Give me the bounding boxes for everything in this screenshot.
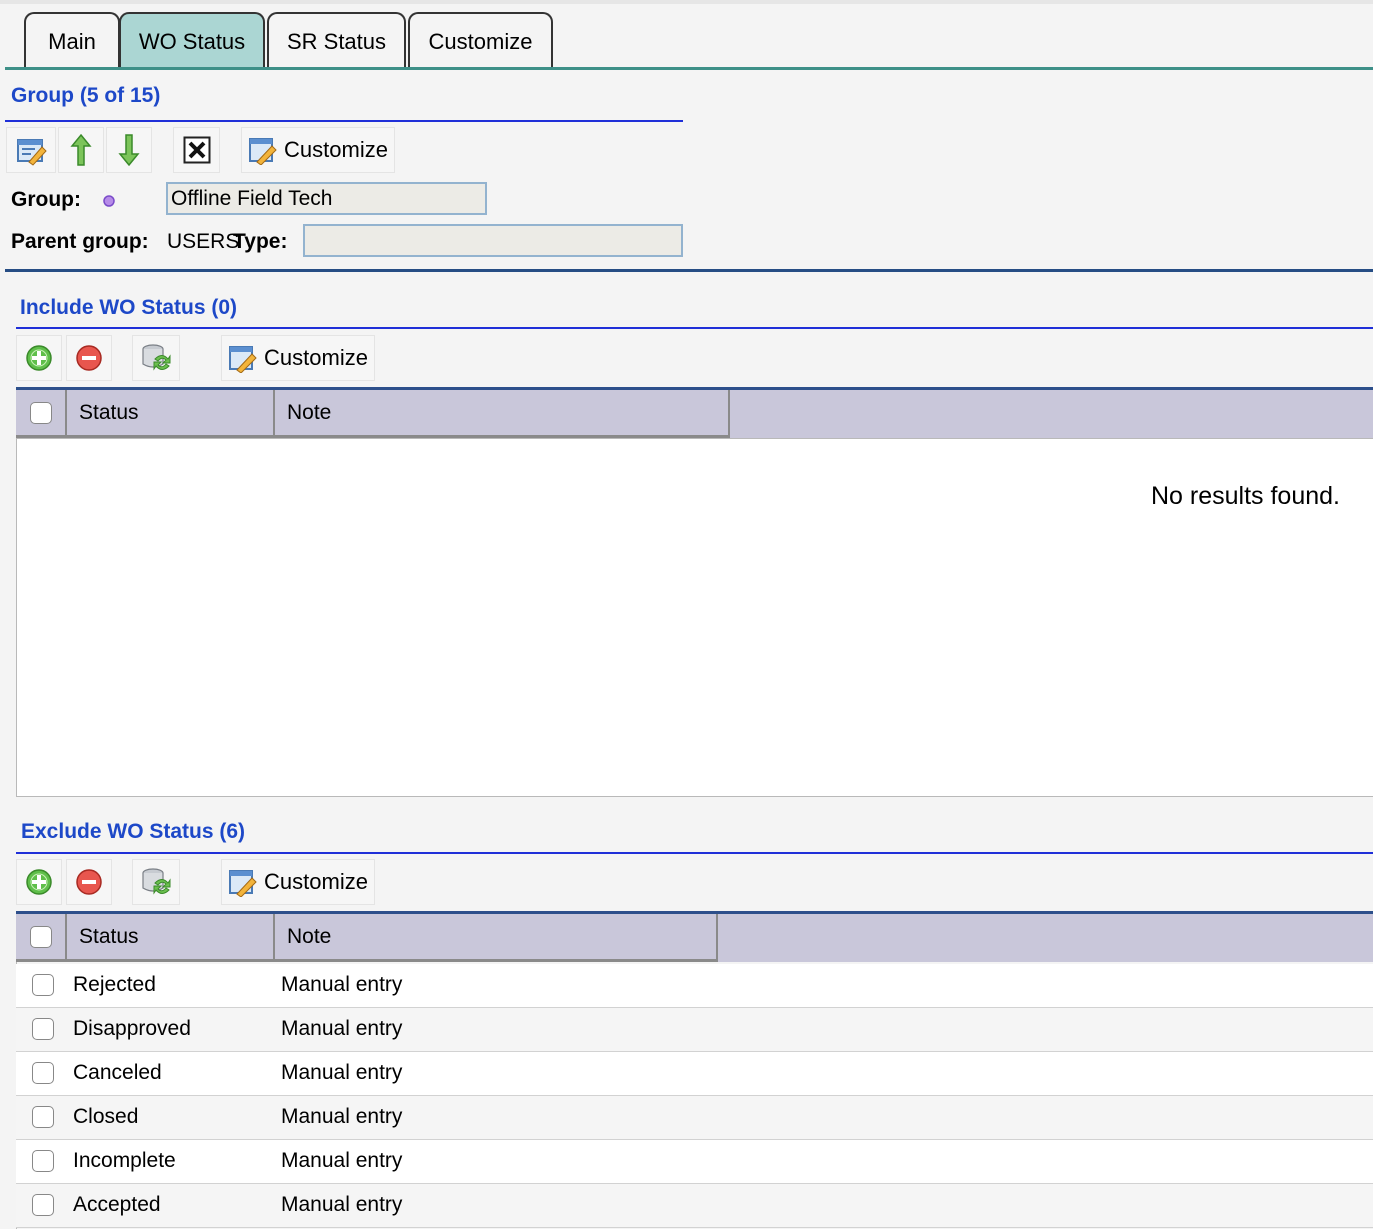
edit-record-icon (17, 139, 47, 166)
tab-bar: Main WO Status SR Status Customize (0, 12, 1373, 69)
tab-customize-label: Customize (428, 28, 533, 54)
row-note: Manual entry (281, 1105, 403, 1128)
type-input[interactable] (303, 224, 683, 257)
group-toolbar: Customize (6, 127, 406, 173)
exclude-customize-button[interactable]: Customize (221, 859, 375, 905)
move-up-arrow-icon (70, 133, 92, 166)
refresh-database-icon (142, 868, 171, 895)
include-customize-button[interactable]: Customize (221, 335, 375, 381)
include-toolbar: Customize (16, 335, 376, 381)
tab-wo-status-label: WO Status (138, 28, 246, 54)
type-label: Type: (233, 230, 288, 253)
tab-main-label: Main (48, 28, 96, 54)
group-title-rule (5, 120, 683, 122)
include-empty-message: No results found. (1151, 482, 1340, 510)
parent-group-label: Parent group: (11, 230, 149, 253)
move-down-button[interactable] (106, 127, 152, 173)
include-section-title: Include WO Status (0) (20, 296, 238, 319)
tab-main[interactable]: Main (24, 12, 120, 69)
row-status: Disapproved (73, 1017, 191, 1040)
delete-button[interactable] (173, 127, 220, 173)
add-green-plus-icon (26, 345, 52, 371)
include-grid-header: Status Note (16, 390, 1373, 438)
row-status: Closed (73, 1105, 139, 1128)
row-checkbox[interactable] (32, 974, 54, 996)
table-row[interactable]: Incomplete Manual entry (16, 1140, 1373, 1184)
row-status: Canceled (73, 1061, 162, 1084)
row-checkbox[interactable] (32, 1062, 54, 1084)
group-input[interactable] (166, 182, 487, 215)
table-row[interactable]: Accepted Manual entry (16, 1184, 1373, 1228)
group-section-divider (5, 269, 1373, 272)
exclude-grid-header: Status Note (16, 914, 1373, 962)
exclude-col-status[interactable]: Status (67, 914, 275, 962)
row-note: Manual entry (281, 1193, 403, 1216)
tab-customize[interactable]: Customize (408, 12, 553, 69)
row-status: Rejected (73, 973, 156, 996)
table-row[interactable]: Rejected Manual entry (16, 964, 1373, 1008)
customize-pencil-icon (229, 346, 257, 373)
required-dot-icon (103, 195, 115, 207)
include-col-note[interactable]: Note (275, 390, 730, 438)
include-title-rule (16, 327, 1373, 329)
table-row[interactable]: Disapproved Manual entry (16, 1008, 1373, 1052)
include-add-button[interactable] (16, 335, 62, 381)
exclude-select-all-cell (16, 914, 67, 962)
row-note: Manual entry (281, 1061, 403, 1084)
row-checkbox[interactable] (32, 1018, 54, 1040)
include-select-all-cell (16, 390, 67, 438)
table-row[interactable]: Closed Manual entry (16, 1096, 1373, 1140)
group-customize-button[interactable]: Customize (241, 127, 395, 173)
remove-red-minus-icon (76, 345, 102, 371)
tab-sr-status[interactable]: SR Status (267, 12, 406, 69)
group-section-title: Group (5 of 15) (11, 84, 161, 107)
customize-pencil-icon (229, 870, 257, 897)
include-customize-label: Customize (264, 345, 368, 370)
row-note: Manual entry (281, 973, 403, 996)
exclude-toolbar: Customize (16, 859, 376, 905)
include-remove-button[interactable] (66, 335, 112, 381)
row-checkbox[interactable] (32, 1194, 54, 1216)
include-col-status[interactable]: Status (67, 390, 275, 438)
exclude-add-button[interactable] (16, 859, 62, 905)
row-note: Manual entry (281, 1017, 403, 1040)
exclude-refresh-button[interactable] (132, 859, 180, 905)
refresh-database-icon (142, 344, 171, 371)
move-up-button[interactable] (58, 127, 104, 173)
include-select-all-checkbox[interactable] (29, 401, 52, 424)
group-customize-label: Customize (284, 137, 388, 162)
group-label: Group: (11, 188, 81, 211)
exclude-customize-label: Customize (264, 869, 368, 894)
move-down-arrow-icon (118, 134, 140, 167)
customize-pencil-icon (249, 138, 277, 165)
edit-button[interactable] (6, 127, 56, 173)
table-row[interactable]: Canceled Manual entry (16, 1052, 1373, 1096)
row-note: Manual entry (281, 1149, 403, 1172)
exclude-select-all-checkbox[interactable] (29, 925, 52, 948)
exclude-title-rule (16, 852, 1373, 854)
row-status: Accepted (73, 1193, 161, 1216)
tab-wo-status[interactable]: WO Status (119, 12, 265, 69)
delete-x-icon (183, 136, 210, 164)
tab-underline (5, 67, 1373, 70)
exclude-col-note[interactable]: Note (275, 914, 718, 962)
top-strip (0, 0, 1373, 4)
exclude-remove-button[interactable] (66, 859, 112, 905)
row-checkbox[interactable] (32, 1106, 54, 1128)
row-checkbox[interactable] (32, 1150, 54, 1172)
exclude-section-title: Exclude WO Status (6) (21, 820, 246, 843)
include-refresh-button[interactable] (132, 335, 180, 381)
tab-sr-status-label: SR Status (286, 28, 387, 54)
remove-red-minus-icon (76, 869, 102, 895)
row-status: Incomplete (73, 1149, 176, 1172)
add-green-plus-icon (26, 869, 52, 895)
parent-group-value: USERS (167, 230, 240, 253)
